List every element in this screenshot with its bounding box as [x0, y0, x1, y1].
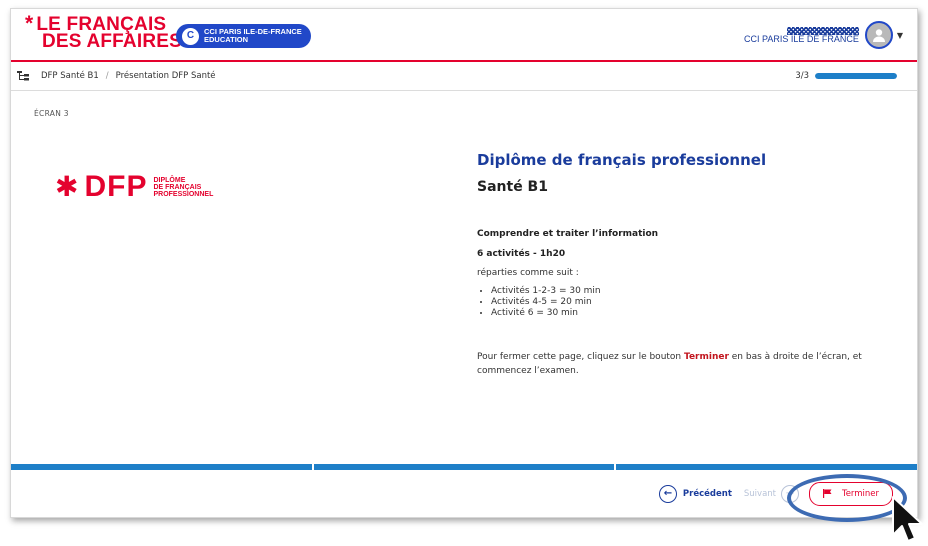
- page-subtitle: Santé B1: [477, 179, 548, 195]
- mouse-pointer-icon: [892, 496, 923, 542]
- closing-button-word: Terminer: [684, 352, 729, 362]
- page-title: Diplôme de français professionnel: [477, 151, 767, 169]
- app-window: * LE FRANÇAIS DES AFFAIRES C CCI PARIS IL…: [10, 8, 918, 518]
- cci-logo-icon: C: [182, 27, 199, 45]
- cci-education-badge[interactable]: C CCI PARIS ILE-DE-FRANCE EDUCATION: [176, 24, 311, 48]
- logo-line-2: DES AFFAIRES: [42, 31, 182, 52]
- split-intro: réparties comme suit :: [477, 268, 579, 278]
- top-header: * LE FRANÇAIS DES AFFAIRES C CCI PARIS IL…: [11, 9, 917, 62]
- footer-nav: ← Précédent Suivant → Terminer: [11, 470, 917, 517]
- breadcrumb-item-course[interactable]: DFP Santé B1: [41, 71, 99, 81]
- progress-count: 3/3: [795, 71, 809, 81]
- breadcrumb-item-current: Présentation DFP Santé: [115, 71, 216, 81]
- content-panel: Diplôme de français professionnel Santé …: [477, 151, 897, 378]
- dfp-sub-line-2: DE FRANÇAIS: [153, 183, 202, 191]
- breadcrumb-separator: /: [105, 71, 109, 81]
- progress-bar: [815, 73, 897, 79]
- asterisk-icon: ✱: [55, 170, 79, 203]
- user-menu[interactable]: CCI PARIS ILE DE FRANCE ▼: [744, 21, 903, 49]
- section-title: Comprendre et traiter l’information: [477, 229, 659, 239]
- cci-badge-line-2: EDUCATION: [204, 35, 249, 44]
- user-name: CCI PARIS ILE DE FRANCE: [743, 26, 859, 44]
- previous-button[interactable]: ← Précédent: [658, 484, 732, 503]
- le-francais-des-affaires-logo[interactable]: * LE FRANÇAIS DES AFFAIRES: [25, 12, 182, 52]
- tree-menu-icon[interactable]: [17, 70, 29, 82]
- screen-label: ÉCRAN 3: [34, 109, 69, 118]
- dfp-logo-mark: DFP: [84, 170, 148, 203]
- breadcrumb: DFP Santé B1 / Présentation DFP Santé 3/…: [11, 62, 917, 91]
- list-item: Activités 4-5 = 20 min: [491, 297, 897, 307]
- dfp-sub-line-3: PROFESSIONNEL: [153, 190, 214, 198]
- user-icon: [872, 29, 885, 42]
- highlight-ellipse: [787, 474, 907, 522]
- activities-summary: 6 activités - 1h20: [477, 249, 566, 259]
- arrow-left-icon: ←: [658, 484, 677, 503]
- closing-instructions: Pour fermer cette page, cliquez sur le b…: [477, 350, 897, 378]
- dfp-logo: ✱ DFP DIPLÔME DE FRANÇAIS PROFESSIONNEL: [55, 170, 213, 204]
- dfp-logo-subtitle: DIPLÔME DE FRANÇAIS PROFESSIONNEL: [153, 177, 213, 198]
- user-organization: CCI PARIS ILE DE FRANCE: [743, 33, 859, 44]
- avatar[interactable]: [864, 21, 893, 49]
- list-item: Activité 6 = 30 min: [491, 308, 897, 318]
- activities-list: Activités 1-2-3 = 30 min Activités 4-5 =…: [477, 286, 897, 318]
- dfp-sub-line-1: DIPLÔME: [153, 176, 186, 184]
- chevron-down-icon[interactable]: ▼: [897, 31, 903, 40]
- star-icon: *: [25, 12, 34, 35]
- next-label: Suivant: [743, 488, 776, 499]
- previous-label: Précédent: [682, 488, 732, 499]
- list-item: Activités 1-2-3 = 30 min: [491, 286, 897, 296]
- closing-text-start: Pour fermer cette page, cliquez sur le b…: [477, 352, 684, 362]
- progress-fill: [815, 73, 897, 79]
